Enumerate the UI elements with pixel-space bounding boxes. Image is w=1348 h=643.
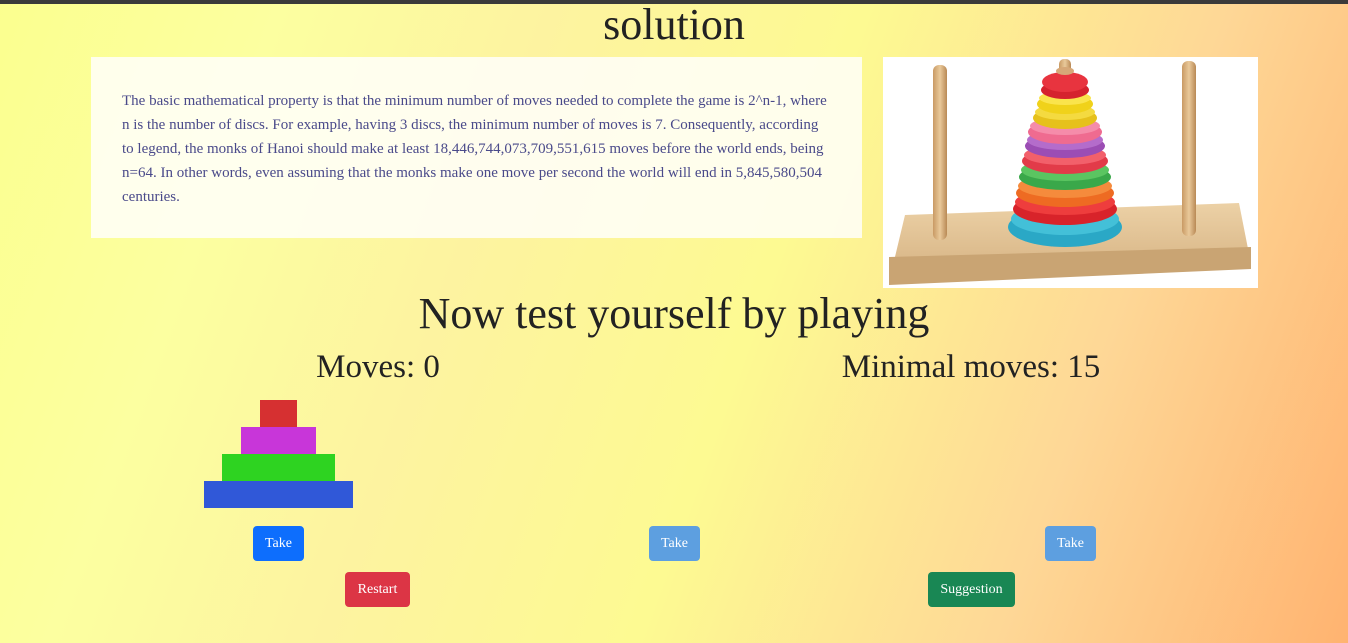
tower-of-hanoi-photo xyxy=(883,57,1258,288)
disc-small xyxy=(241,427,316,454)
play-heading: Now test yourself by playing xyxy=(418,289,930,338)
solution-heading: solution xyxy=(603,0,745,49)
disc-smallest xyxy=(260,400,297,427)
take-button-tower-2[interactable]: Take xyxy=(649,526,700,561)
tower-of-hanoi-toy-image xyxy=(889,59,1251,285)
take-button-tower-1[interactable]: Take xyxy=(253,526,304,561)
disc-largest xyxy=(204,481,353,508)
explanation-text: The basic mathematical property is that … xyxy=(122,93,827,205)
restart-button[interactable]: Restart xyxy=(345,572,410,607)
take-button-tower-3[interactable]: Take xyxy=(1045,526,1096,561)
explanation-box: The basic mathematical property is that … xyxy=(91,57,862,238)
moves-counter: Moves: 0 xyxy=(316,349,440,385)
disc-medium xyxy=(222,454,335,481)
minimal-moves-label: Minimal moves: 15 xyxy=(841,349,1101,385)
suggestion-button[interactable]: Suggestion xyxy=(928,572,1015,607)
